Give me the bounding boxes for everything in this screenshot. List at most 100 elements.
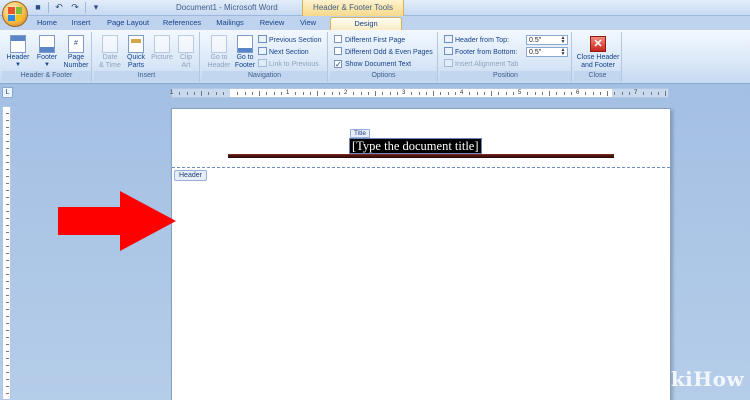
- ruler-tick: [324, 92, 326, 95]
- go-to-footer-label-1: Go to: [236, 54, 254, 61]
- ruler-tick: [411, 92, 413, 95]
- ruler-tick: [454, 92, 456, 95]
- ruler-tick: [6, 127, 9, 128]
- ruler-tick: [6, 267, 9, 268]
- qat-separator: [85, 2, 86, 13]
- ruler-tick: [556, 92, 558, 95]
- group-header-footer: Header ▼ Footer ▼ # Page Number Header &…: [2, 32, 92, 82]
- group-label-position: Position: [440, 71, 571, 81]
- calendar-icon: [102, 35, 118, 53]
- page-number-button[interactable]: # Page Number: [61, 34, 91, 72]
- customize-icon[interactable]: ▾: [90, 2, 102, 13]
- chevron-down-icon: ▼: [44, 62, 50, 68]
- ruler-tick: [512, 92, 514, 95]
- undo-icon[interactable]: ↶: [53, 2, 65, 13]
- ruler-tick: [266, 92, 268, 95]
- insert-alignment-tab-button: Insert Alignment Tab: [444, 59, 518, 70]
- header-button-label: Header: [6, 54, 30, 61]
- ruler-tick: [6, 162, 9, 163]
- different-first-page-checkbox[interactable]: Different First Page: [334, 35, 405, 46]
- ruler-tick: [6, 323, 9, 324]
- header-area-tag: Header: [174, 170, 207, 181]
- horizontal-ruler[interactable]: 1 1 2 3 4 5 6 7: [170, 88, 669, 98]
- tab-view[interactable]: View: [292, 17, 324, 30]
- different-first-page-label: Different First Page: [345, 37, 406, 44]
- wikihow-watermark: wikiHow: [645, 367, 745, 391]
- ruler-tick: [6, 337, 9, 338]
- show-document-text-checkbox[interactable]: ✓ Show Document Text: [334, 59, 411, 70]
- ruler-tick: [309, 92, 311, 95]
- footer-button[interactable]: Footer ▼: [32, 34, 62, 72]
- ruler-tick: [6, 183, 9, 184]
- tab-references[interactable]: References: [158, 17, 206, 30]
- footer-from-bottom-input[interactable]: 0.5" ▲ ▼: [526, 47, 568, 57]
- group-position: Header from Top: 0.5" ▲ ▼ Footer from Bot…: [440, 32, 572, 82]
- group-label-close: Close: [574, 71, 621, 81]
- document-page[interactable]: Title [Type the document title] Header: [171, 108, 671, 400]
- quick-parts-icon: [128, 35, 144, 53]
- ruler-tick: [6, 372, 9, 373]
- ruler-number: 1: [286, 90, 290, 96]
- group-navigation: Go to Header Go to Footer Previous Secti…: [202, 32, 328, 82]
- page-number-icon: #: [68, 35, 84, 53]
- ruler-tick: [505, 92, 507, 95]
- go-to-footer-icon: [237, 35, 253, 53]
- previous-section-button[interactable]: Previous Section: [258, 35, 322, 46]
- vertical-ruler[interactable]: [2, 106, 11, 400]
- ruler-tick: [360, 92, 362, 95]
- clip-art-label-1: Clip: [179, 54, 193, 61]
- ruler-tick: [599, 92, 601, 95]
- ruler-tick: [498, 92, 500, 95]
- spinner-arrows-icon[interactable]: ▲ ▼: [559, 48, 567, 57]
- ruler-tick: [6, 211, 9, 212]
- different-odd-even-checkbox[interactable]: Different Odd & Even Pages: [334, 47, 433, 58]
- tab-page-layout[interactable]: Page Layout: [100, 17, 156, 30]
- previous-section-icon: [258, 35, 267, 43]
- ruler-tick: [425, 92, 427, 95]
- go-to-header-icon: [211, 35, 227, 53]
- ruler-tick: [338, 92, 340, 95]
- tab-insert[interactable]: Insert: [64, 17, 98, 30]
- save-icon[interactable]: ■: [32, 2, 44, 13]
- ruler-tick: [6, 225, 9, 226]
- clip-art-label-2: Art: [181, 62, 191, 69]
- ruler-tick: [6, 246, 9, 247]
- tab-home[interactable]: Home: [30, 17, 64, 30]
- group-label-header-footer: Header & Footer: [2, 71, 91, 81]
- ruler-tick: [541, 92, 543, 95]
- header-button[interactable]: Header ▼: [3, 34, 33, 72]
- spinner-arrows-icon[interactable]: ▲ ▼: [559, 36, 567, 45]
- tab-selector-icon[interactable]: L: [2, 87, 13, 98]
- title-content-control-tag[interactable]: Title: [350, 129, 371, 138]
- ruler-tick: [665, 91, 666, 96]
- tab-design[interactable]: Design: [330, 17, 402, 30]
- next-section-label: Next Section: [269, 49, 309, 56]
- ruler-tick: [244, 92, 246, 95]
- header-rule-line: [228, 154, 614, 158]
- header-from-top-input[interactable]: 0.5" ▲ ▼: [526, 35, 568, 45]
- ruler-tick: [570, 92, 572, 95]
- tab-review[interactable]: Review: [255, 17, 289, 30]
- document-title-field[interactable]: [Type the document title]: [349, 138, 482, 154]
- tab-mailings[interactable]: Mailings: [210, 17, 250, 30]
- group-label-navigation: Navigation: [202, 71, 327, 81]
- alignment-tab-icon: [444, 59, 453, 67]
- go-to-footer-button[interactable]: Go to Footer: [230, 34, 260, 72]
- show-document-text-label: Show Document Text: [345, 61, 412, 68]
- close-header-footer-button[interactable]: ✕ Close Header and Footer: [575, 34, 621, 72]
- ruler-tick: [6, 169, 9, 170]
- ruler-tick: [193, 92, 195, 95]
- ruler-number: 6: [576, 90, 580, 96]
- office-button[interactable]: [2, 1, 28, 27]
- ruler-tick: [215, 92, 217, 95]
- ruler-tick: [6, 330, 9, 331]
- redo-icon[interactable]: ↷: [69, 2, 81, 13]
- ruler-tick: [6, 344, 9, 345]
- ruler-tick: [6, 141, 9, 142]
- header-from-top-label: Header from Top:: [455, 37, 509, 44]
- ruler-tick: [6, 309, 9, 310]
- next-section-button[interactable]: Next Section: [258, 47, 309, 58]
- ruler-tick: [643, 92, 645, 95]
- ruler-tick: [375, 91, 376, 96]
- ruler-number: 3: [402, 90, 406, 96]
